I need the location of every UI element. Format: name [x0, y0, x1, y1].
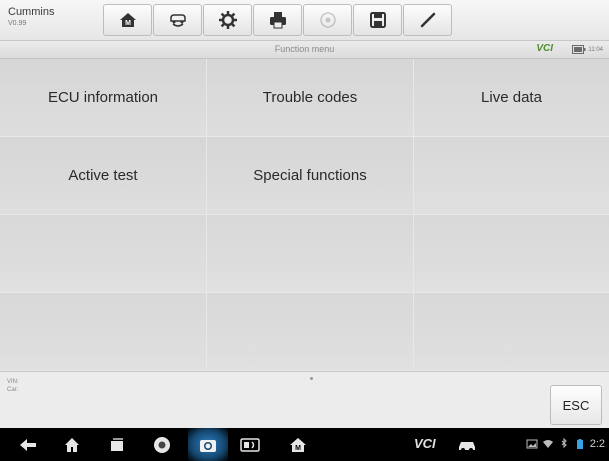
function-trouble-codes[interactable]: Trouble codes [207, 59, 414, 137]
vin-label: VIN: [7, 379, 19, 385]
empty-cell [0, 215, 207, 293]
recent-apps-icon [111, 438, 123, 451]
save-icon [369, 12, 386, 28]
pen-button[interactable] [403, 4, 452, 36]
function-menu-grid: ECU information Trouble codes Live data … [0, 59, 609, 371]
print-button[interactable] [253, 4, 302, 36]
vehicle-nav-button[interactable] [457, 435, 477, 455]
print-icon [269, 12, 286, 29]
system-tray: 2:2 [526, 438, 605, 450]
system-nav-bar: M VCI 2:2 [0, 428, 609, 461]
svg-text:M: M [125, 20, 131, 27]
vci-nav-label[interactable]: VCI [414, 436, 436, 451]
settings-gear-icon [218, 11, 237, 29]
page-title: Function menu [274, 44, 335, 54]
camera-button[interactable] [188, 428, 228, 461]
esc-button[interactable]: ESC [550, 385, 602, 425]
display-sound-icon [240, 438, 260, 452]
page-indicator-dot [310, 377, 313, 380]
home-icon: M [119, 13, 136, 27]
camera-icon [200, 439, 216, 452]
maxisys-home-button[interactable]: M [288, 435, 308, 455]
system-clock: 2:2 [589, 438, 605, 450]
save-button[interactable] [353, 4, 402, 36]
vehicle-info: Cummins V0.99 [8, 6, 55, 28]
vehicle-swap-icon [169, 14, 186, 27]
car-label: Car: [7, 387, 19, 394]
empty-cell [414, 293, 609, 371]
home-nav-button[interactable] [62, 435, 82, 455]
info-bar: VIN: Car: ESC [0, 371, 609, 429]
top-toolbar: Cummins V0.99 M [0, 0, 609, 41]
house-icon [65, 438, 79, 452]
back-button[interactable] [18, 435, 38, 455]
browser-button[interactable] [152, 435, 172, 455]
wifi-icon [542, 440, 553, 448]
status-time: 11:04 [588, 46, 603, 53]
empty-cell [414, 215, 609, 293]
function-special-functions[interactable]: Special functions [207, 137, 414, 215]
help-icon [319, 12, 336, 28]
software-version: V0.99 [8, 20, 27, 27]
help-button[interactable] [303, 4, 352, 36]
toolbar-buttons: M [103, 4, 452, 36]
function-live-data[interactable]: Live data [414, 59, 609, 137]
svg-text:M: M [295, 445, 301, 452]
battery-icon [572, 45, 586, 54]
vehicle-name: Cummins [8, 6, 55, 18]
image-notification-icon [526, 439, 538, 449]
empty-cell [207, 293, 414, 371]
back-arrow-icon [20, 439, 36, 451]
empty-cell [207, 215, 414, 293]
function-active-test[interactable]: Active test [0, 137, 207, 215]
home-button[interactable]: M [103, 4, 152, 36]
car-icon [459, 442, 475, 452]
battery-charging-icon [576, 439, 583, 449]
maxisys-home-icon: M [290, 438, 306, 452]
pen-icon [420, 12, 435, 28]
vehicle-swap-button[interactable] [153, 4, 202, 36]
settings-button[interactable] [203, 4, 252, 36]
empty-cell [0, 293, 207, 371]
display-button[interactable] [240, 435, 260, 455]
bluetooth-icon [561, 438, 567, 449]
battery-status: 11:04 [572, 45, 603, 54]
function-ecu-information[interactable]: ECU information [0, 59, 207, 137]
vci-status-label: VCI [536, 43, 553, 54]
recent-apps-button[interactable] [107, 435, 127, 455]
title-bar: Function menu VCI 11:04 [0, 41, 609, 59]
chrome-icon [154, 437, 170, 453]
empty-cell [414, 137, 609, 215]
vehicle-details: VIN: Car: [7, 378, 19, 395]
